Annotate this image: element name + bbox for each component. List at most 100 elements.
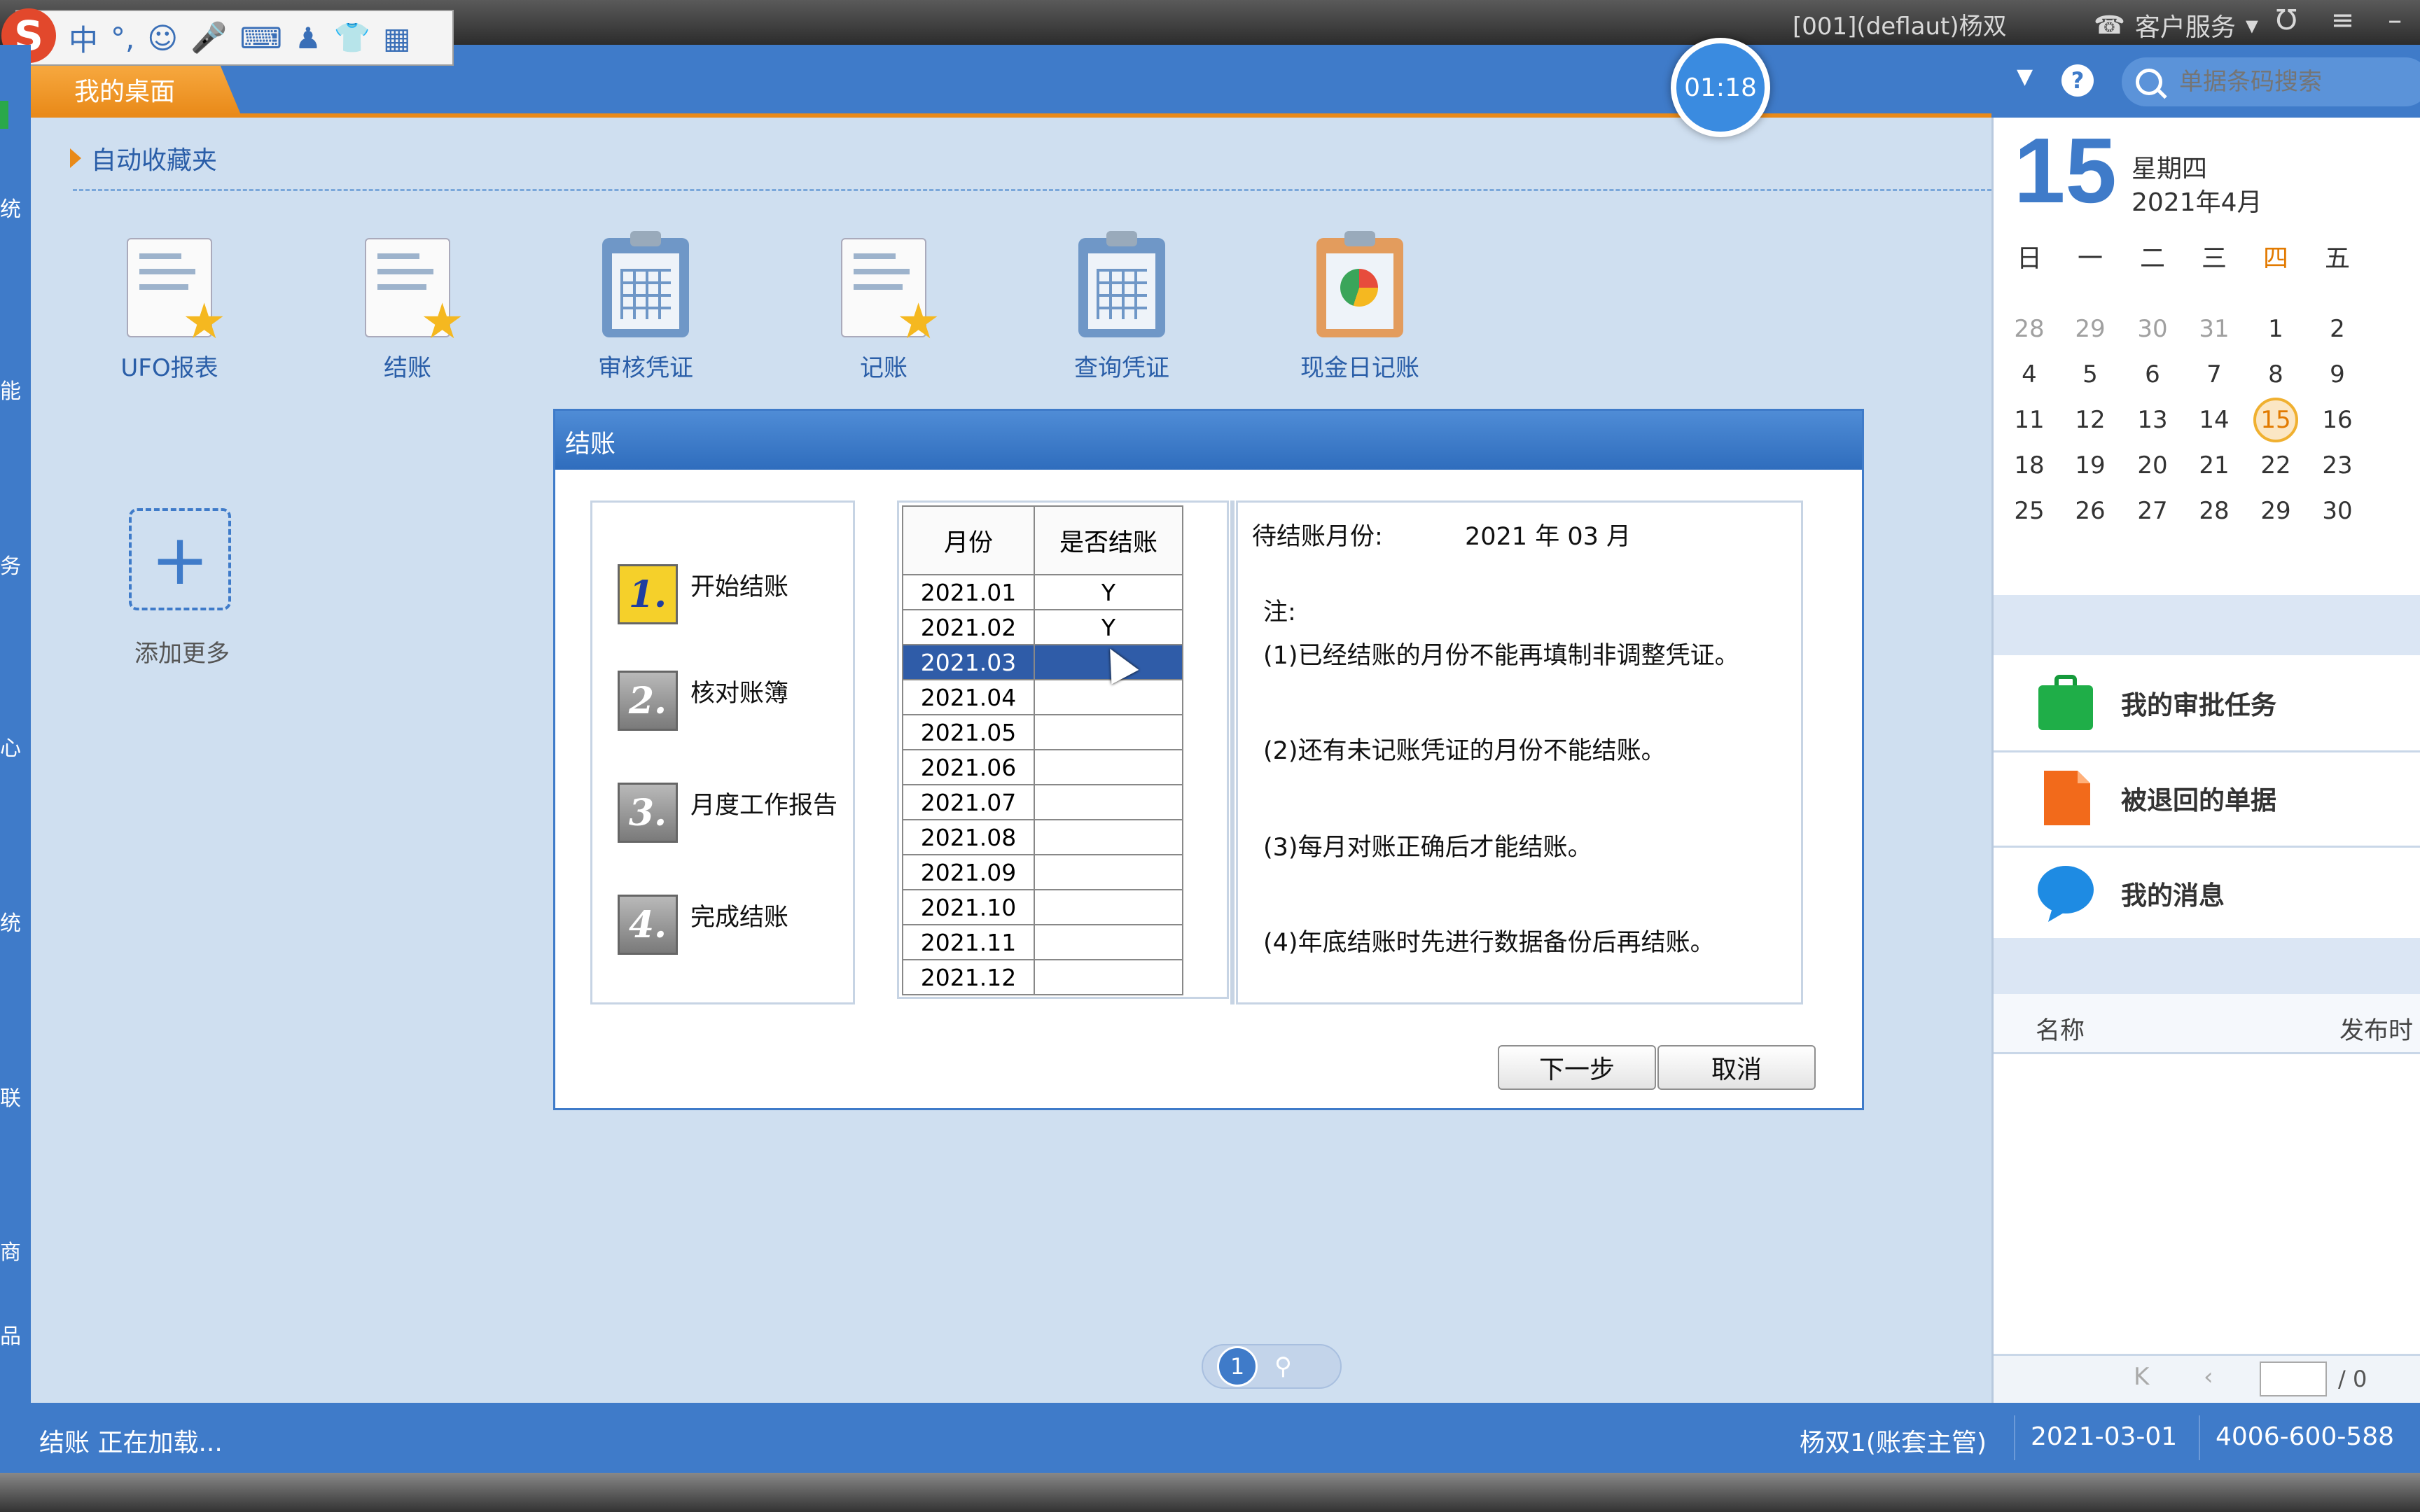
month-cell[interactable]: 2021.10 bbox=[902, 889, 1035, 925]
table-row[interactable]: 2021.04 bbox=[902, 679, 1183, 715]
menu-icon[interactable]: ≡ bbox=[2331, 4, 2355, 36]
calendar-day[interactable]: 7 bbox=[2192, 352, 2237, 397]
search-input[interactable] bbox=[2178, 67, 2405, 97]
closed-cell[interactable] bbox=[1034, 854, 1183, 890]
month-cell[interactable]: 2021.08 bbox=[902, 819, 1035, 855]
month-cell[interactable]: 2021.03 bbox=[902, 644, 1035, 680]
table-row[interactable]: 2021.02 Y bbox=[902, 609, 1183, 645]
table-row[interactable]: 2021.07 bbox=[902, 784, 1183, 820]
left-nav-item[interactable]: 能 bbox=[0, 374, 21, 405]
left-nav-item[interactable]: 商 bbox=[0, 1235, 21, 1266]
search-box[interactable] bbox=[2122, 57, 2420, 106]
table-row[interactable]: 2021.11 bbox=[902, 924, 1183, 960]
month-cell[interactable]: 2021.09 bbox=[902, 854, 1035, 890]
favorites-header[interactable]: 自动收藏夹 bbox=[70, 140, 217, 176]
desktop-shortcut-posting[interactable]: ★ 记账 bbox=[800, 238, 968, 383]
calendar-day[interactable]: 21 bbox=[2192, 443, 2237, 488]
calendar-day[interactable]: 13 bbox=[2130, 398, 2175, 442]
closed-cell[interactable] bbox=[1034, 784, 1183, 820]
calendar-day[interactable]: 29 bbox=[2253, 489, 2298, 533]
calendar-day[interactable]: 6 bbox=[2130, 352, 2175, 397]
left-nav-item[interactable]: 联 bbox=[0, 1081, 21, 1112]
month-cell[interactable]: 2021.12 bbox=[902, 959, 1035, 995]
calendar-day[interactable]: 28 bbox=[2007, 307, 2052, 351]
page-input[interactable] bbox=[2260, 1362, 2327, 1396]
left-nav-item[interactable]: 心 bbox=[0, 731, 21, 762]
keyboard-icon[interactable]: ⌨ bbox=[239, 21, 282, 55]
dialog-title[interactable]: 结账 bbox=[555, 411, 1862, 470]
month-cell[interactable]: 2021.01 bbox=[902, 574, 1035, 610]
page-button[interactable]: 1 bbox=[1217, 1346, 1258, 1387]
desktop-shortcut-ufo[interactable]: ★ UFO报表 bbox=[85, 238, 253, 383]
customer-service-menu[interactable]: ☎ 客户服务 ▾ bbox=[2094, 7, 2258, 43]
calendar-day[interactable]: 31 bbox=[2192, 307, 2237, 351]
left-nav-item[interactable]: 务 bbox=[0, 549, 21, 580]
calendar-day[interactable]: 28 bbox=[2192, 489, 2237, 533]
minimize-icon[interactable]: – bbox=[2388, 4, 2402, 36]
calendar-day[interactable]: 4 bbox=[2007, 352, 2052, 397]
calendar-day[interactable]: 16 bbox=[2315, 398, 2360, 442]
calendar-day[interactable]: 29 bbox=[2068, 307, 2113, 351]
calendar-day[interactable]: 1 bbox=[2253, 307, 2298, 351]
timer-badge[interactable]: 01:18 bbox=[1671, 38, 1770, 137]
calendar-day[interactable]: 2 bbox=[2315, 307, 2360, 351]
closed-cell[interactable] bbox=[1034, 679, 1183, 715]
cancel-button[interactable]: 取消 bbox=[1657, 1045, 1816, 1090]
pin-icon[interactable]: ⚲ bbox=[1274, 1352, 1292, 1380]
next-button[interactable]: 下一步 bbox=[1498, 1045, 1656, 1090]
first-page-icon[interactable]: K bbox=[2134, 1363, 2149, 1391]
calendar-day[interactable]: 18 bbox=[2007, 443, 2052, 488]
grid-icon[interactable]: ▦ bbox=[383, 21, 411, 55]
left-nav-item[interactable]: 统 bbox=[0, 906, 21, 937]
ime-toolbar[interactable]: S 中 °, ☺ 🎤 ⌨ ♟ 👕 ▦ bbox=[1, 8, 454, 66]
table-row[interactable]: 2021.03 bbox=[902, 644, 1183, 680]
calendar-day[interactable]: 23 bbox=[2315, 443, 2360, 488]
closed-cell[interactable] bbox=[1034, 714, 1183, 750]
calendar-day[interactable]: 30 bbox=[2315, 489, 2360, 533]
desktop-shortcut-cash-journal[interactable]: 现金日记账 bbox=[1276, 231, 1444, 383]
skin-icon[interactable]: 👕 bbox=[334, 20, 370, 55]
prev-page-icon[interactable]: ‹ bbox=[2204, 1363, 2213, 1391]
calendar-day[interactable]: 9 bbox=[2315, 352, 2360, 397]
closed-cell[interactable]: Y bbox=[1034, 574, 1183, 610]
left-nav-item[interactable]: 统 bbox=[0, 192, 21, 223]
add-more-button[interactable]: + bbox=[129, 508, 231, 610]
table-row[interactable]: 2021.05 bbox=[902, 714, 1183, 750]
table-row[interactable]: 2021.12 bbox=[902, 959, 1183, 995]
month-cell[interactable]: 2021.02 bbox=[902, 609, 1035, 645]
calendar-day[interactable]: 12 bbox=[2068, 398, 2113, 442]
user-icon[interactable]: ♟ bbox=[295, 21, 321, 55]
microphone-icon[interactable]: 🎤 bbox=[190, 20, 227, 55]
ime-punct-toggle[interactable]: °, bbox=[111, 21, 134, 55]
month-cell[interactable]: 2021.11 bbox=[902, 924, 1035, 960]
chevron-down-icon[interactable]: ▼ bbox=[2017, 64, 2033, 89]
calendar-day[interactable]: 14 bbox=[2192, 398, 2237, 442]
calendar-day[interactable]: 22 bbox=[2253, 443, 2298, 488]
table-row[interactable]: 2021.01 Y bbox=[902, 574, 1183, 610]
month-cell[interactable]: 2021.04 bbox=[902, 679, 1035, 715]
calendar-day[interactable]: 11 bbox=[2007, 398, 2052, 442]
table-row[interactable]: 2021.08 bbox=[902, 819, 1183, 855]
table-row[interactable]: 2021.09 bbox=[902, 854, 1183, 890]
calendar-day[interactable]: 30 bbox=[2130, 307, 2175, 351]
closed-cell[interactable] bbox=[1034, 924, 1183, 960]
returned-docs-item[interactable]: 被退回的单据 bbox=[1994, 750, 2420, 848]
tab-my-desktop[interactable]: 我的桌面 bbox=[31, 64, 241, 115]
help-icon[interactable]: ? bbox=[2061, 64, 2094, 97]
calendar-day[interactable]: 26 bbox=[2068, 489, 2113, 533]
desktop-shortcut-close-account[interactable]: ★ 结账 bbox=[324, 238, 492, 383]
approval-tasks-item[interactable]: 我的审批任务 bbox=[1994, 655, 2420, 752]
closed-cell[interactable] bbox=[1034, 749, 1183, 785]
calendar-day[interactable]: 8 bbox=[2253, 352, 2298, 397]
month-cell[interactable]: 2021.07 bbox=[902, 784, 1035, 820]
calendar-day[interactable]: 15 bbox=[2253, 398, 2298, 442]
table-row[interactable]: 2021.10 bbox=[902, 889, 1183, 925]
splitter[interactable] bbox=[1230, 500, 1235, 1004]
table-row[interactable]: 2021.06 bbox=[902, 749, 1183, 785]
month-cell[interactable]: 2021.05 bbox=[902, 714, 1035, 750]
month-cell[interactable]: 2021.06 bbox=[902, 749, 1035, 785]
calendar-day[interactable]: 19 bbox=[2068, 443, 2113, 488]
closed-cell[interactable] bbox=[1034, 819, 1183, 855]
left-nav-item[interactable]: 品 bbox=[0, 1319, 21, 1350]
ime-mode-toggle[interactable]: 中 bbox=[69, 17, 98, 59]
